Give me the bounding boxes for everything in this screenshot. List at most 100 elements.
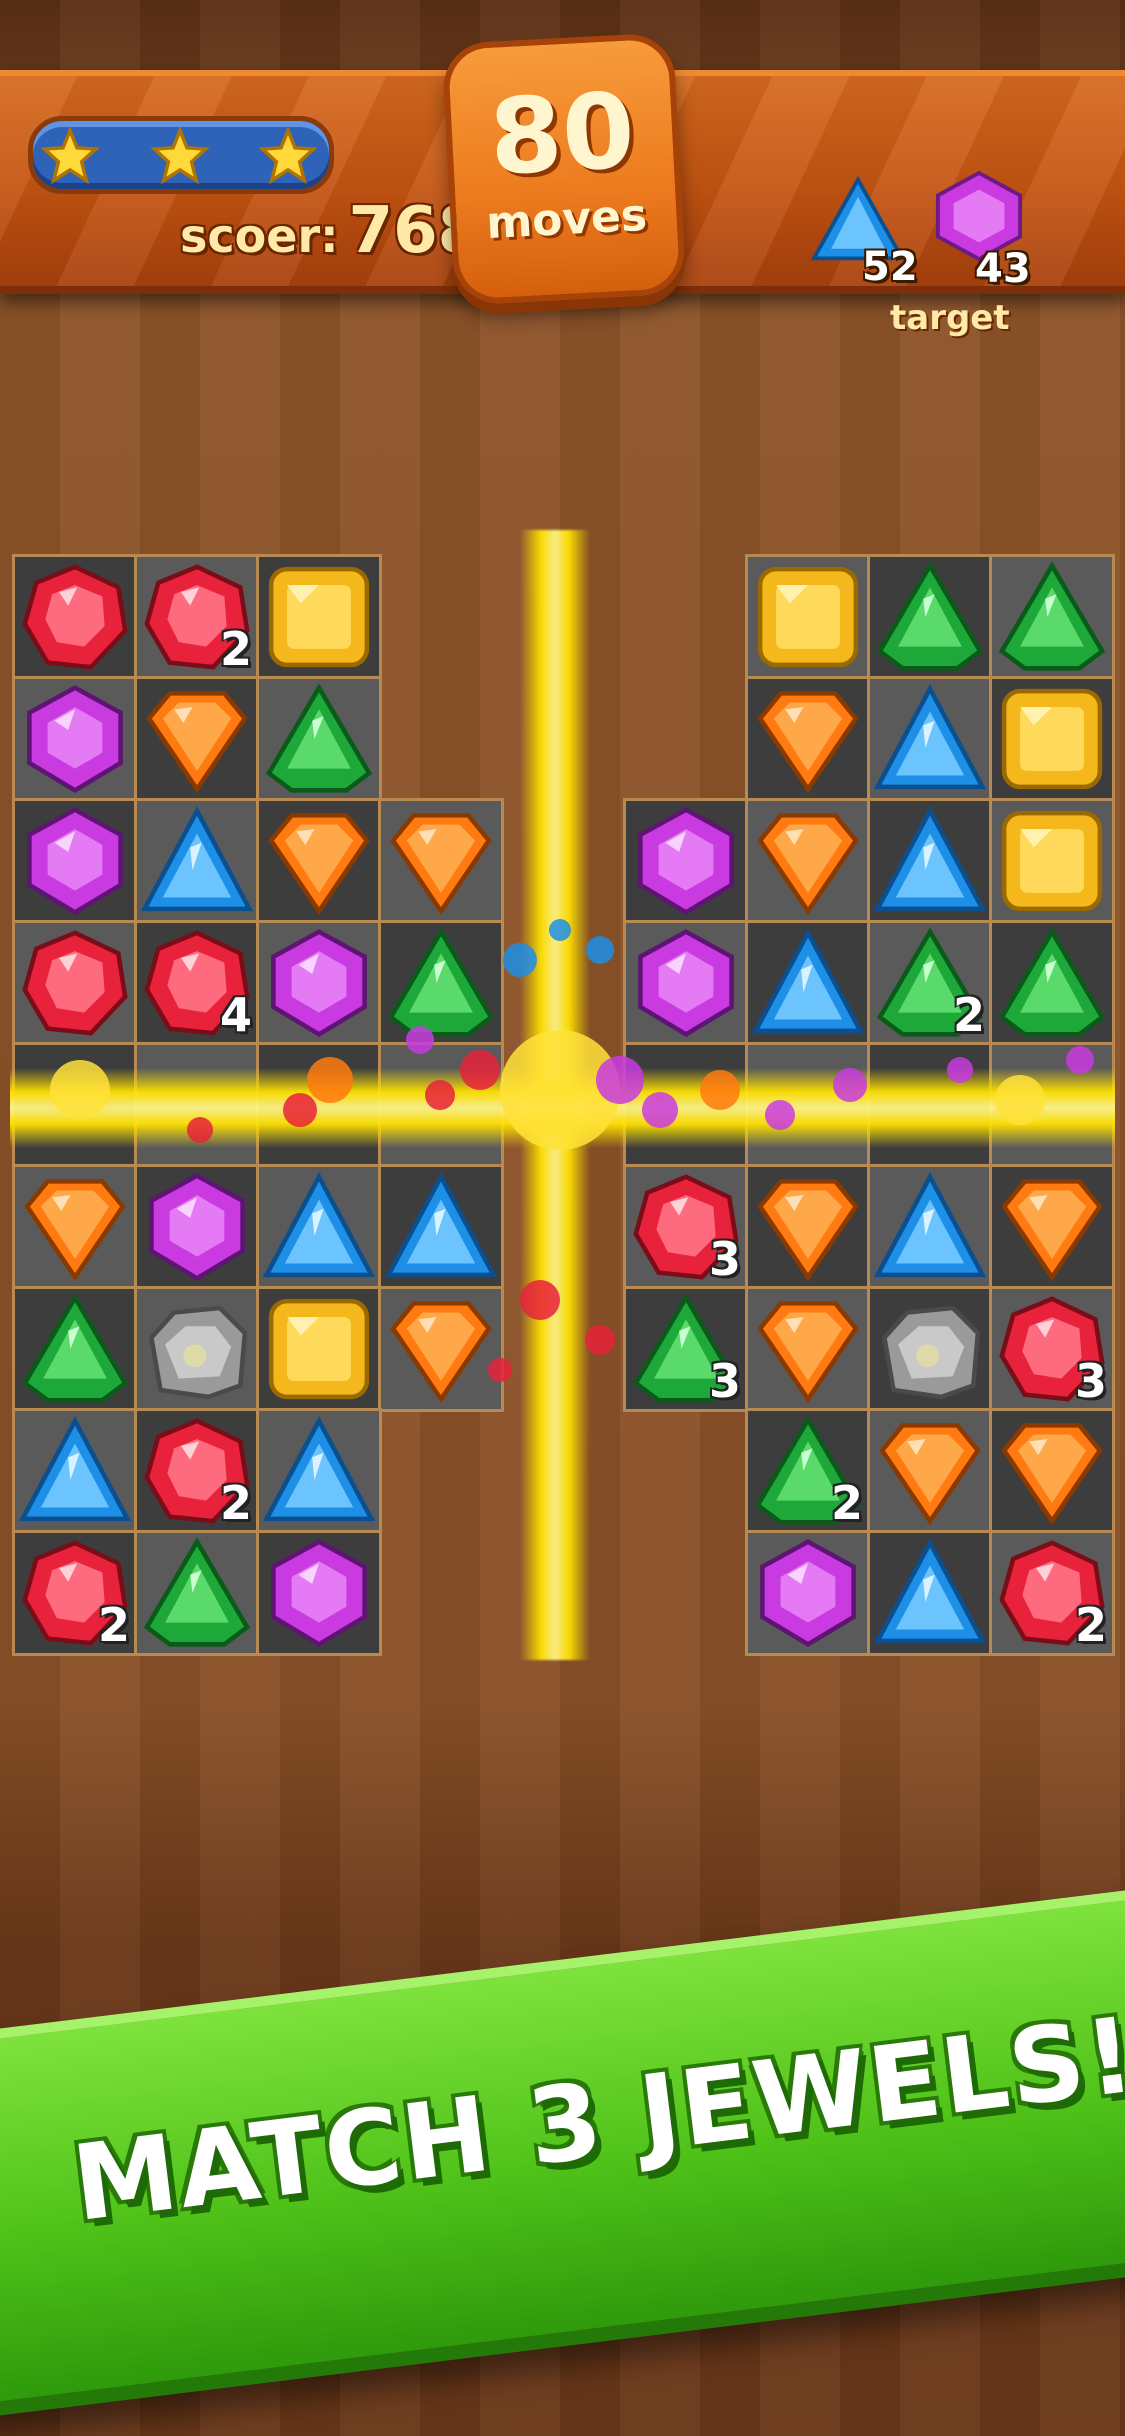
- board-cell[interactable]: [256, 1408, 382, 1534]
- board-cell[interactable]: [12, 798, 138, 924]
- moves-counter: 80 moves: [441, 32, 687, 306]
- orange-gem-icon: [24, 1179, 126, 1282]
- board-cell[interactable]: [867, 676, 993, 802]
- purple-gem-icon: [638, 807, 734, 915]
- purple-gem-icon: [760, 1539, 856, 1647]
- board-cell[interactable]: [989, 798, 1115, 924]
- board-cell[interactable]: 3: [623, 1286, 749, 1412]
- gem-layer-count-badge: 3: [1074, 1354, 1107, 1408]
- green-gem-icon: [998, 561, 1106, 671]
- green-gem-icon: [998, 927, 1106, 1037]
- board-cell[interactable]: 2: [867, 920, 993, 1046]
- splat-particle: [460, 1050, 500, 1090]
- board-cell[interactable]: [867, 1164, 993, 1290]
- board-cell[interactable]: [134, 676, 260, 802]
- board-cell[interactable]: [867, 1286, 993, 1412]
- purple-gem-icon: [638, 929, 734, 1037]
- board-cell[interactable]: [867, 554, 993, 680]
- board-cell[interactable]: 2: [12, 1530, 138, 1656]
- gem-layer-count-badge: 2: [219, 1476, 252, 1530]
- board-cell[interactable]: 3: [623, 1164, 749, 1290]
- board-cell[interactable]: 3: [989, 1286, 1115, 1412]
- target-count-blue: 52: [862, 244, 918, 290]
- board-cell[interactable]: 2: [745, 1408, 871, 1534]
- board-cell[interactable]: [989, 920, 1115, 1046]
- board-cell[interactable]: [256, 676, 382, 802]
- board-cell[interactable]: [745, 1164, 871, 1290]
- splat-particle: [488, 1358, 512, 1382]
- board-cell[interactable]: [745, 920, 871, 1046]
- blue-gem-icon: [18, 1416, 132, 1522]
- board-cell[interactable]: 2: [989, 1530, 1115, 1656]
- board-cell[interactable]: [378, 1286, 504, 1412]
- board-cell[interactable]: [134, 1164, 260, 1290]
- stone-block-icon: [881, 1305, 981, 1400]
- board-cell[interactable]: [256, 920, 382, 1046]
- board-cell[interactable]: [134, 1530, 260, 1656]
- target-count-purple: 43: [975, 246, 1031, 292]
- board-cell[interactable]: [134, 798, 260, 924]
- board-cell[interactable]: [378, 1164, 504, 1290]
- orange-gem-icon: [879, 1423, 981, 1526]
- board-cell[interactable]: [134, 1286, 260, 1412]
- splat-particle: [549, 919, 571, 941]
- purple-gem-icon: [271, 1539, 367, 1647]
- board-cell[interactable]: [12, 676, 138, 802]
- board-cell[interactable]: [256, 798, 382, 924]
- board-cell[interactable]: 2: [134, 1408, 260, 1534]
- board-cell[interactable]: [989, 554, 1115, 680]
- board-cell[interactable]: [989, 676, 1115, 802]
- board-cell[interactable]: [256, 1164, 382, 1290]
- splat-particle: [187, 1117, 213, 1143]
- star-progress-bar: [28, 116, 334, 194]
- purple-gem-icon: [27, 685, 123, 793]
- yellow-gem-icon: [268, 566, 370, 668]
- board-cell[interactable]: [867, 1530, 993, 1656]
- board-cell[interactable]: [256, 1530, 382, 1656]
- board-cell[interactable]: [867, 798, 993, 924]
- board-cell[interactable]: [623, 798, 749, 924]
- board-cell[interactable]: [12, 920, 138, 1046]
- board-cell[interactable]: [745, 676, 871, 802]
- stone-block-icon: [148, 1305, 248, 1400]
- board-cell[interactable]: [745, 798, 871, 924]
- board-cell[interactable]: [12, 1286, 138, 1412]
- splat-particle: [307, 1057, 353, 1103]
- board-cell[interactable]: 4: [134, 920, 260, 1046]
- board-cell[interactable]: [12, 554, 138, 680]
- gem-layer-count-badge: 3: [708, 1354, 741, 1408]
- red-gem-icon: [22, 930, 128, 1036]
- gem-layer-count-badge: 2: [952, 988, 985, 1042]
- board-cell[interactable]: [12, 1164, 138, 1290]
- orange-gem-icon: [757, 813, 859, 916]
- board-cell[interactable]: [745, 1530, 871, 1656]
- splat-particle: [283, 1093, 317, 1127]
- board-cell[interactable]: [623, 920, 749, 1046]
- board-cell[interactable]: [745, 1286, 871, 1412]
- blue-gem-icon: [873, 806, 987, 912]
- orange-gem-icon: [757, 1179, 859, 1282]
- red-gem-icon: [22, 564, 128, 670]
- board-cell[interactable]: [745, 554, 871, 680]
- star-icon: [151, 127, 209, 185]
- gem-layer-count-badge: 3: [708, 1232, 741, 1286]
- board-cell[interactable]: 2: [134, 554, 260, 680]
- splat-particle: [1066, 1046, 1094, 1074]
- star-icon: [41, 127, 99, 185]
- yellow-gem-icon: [757, 566, 859, 668]
- blue-gem-icon: [873, 1538, 987, 1644]
- board-cell[interactable]: [12, 1408, 138, 1534]
- yellow-gem-icon: [1001, 810, 1103, 912]
- board-cell[interactable]: [989, 1164, 1115, 1290]
- orange-gem-icon: [1001, 1423, 1103, 1526]
- board-cell[interactable]: [989, 1408, 1115, 1534]
- board-cell[interactable]: [867, 1408, 993, 1534]
- blue-gem-icon: [262, 1172, 376, 1278]
- target-panel: 52 43 target: [800, 166, 1060, 346]
- splat-particle: [995, 1075, 1045, 1125]
- board-cell[interactable]: [378, 798, 504, 924]
- board-cell[interactable]: [378, 920, 504, 1046]
- board-cell[interactable]: [256, 1286, 382, 1412]
- splat-particle: [596, 1056, 644, 1104]
- board-cell[interactable]: [256, 554, 382, 680]
